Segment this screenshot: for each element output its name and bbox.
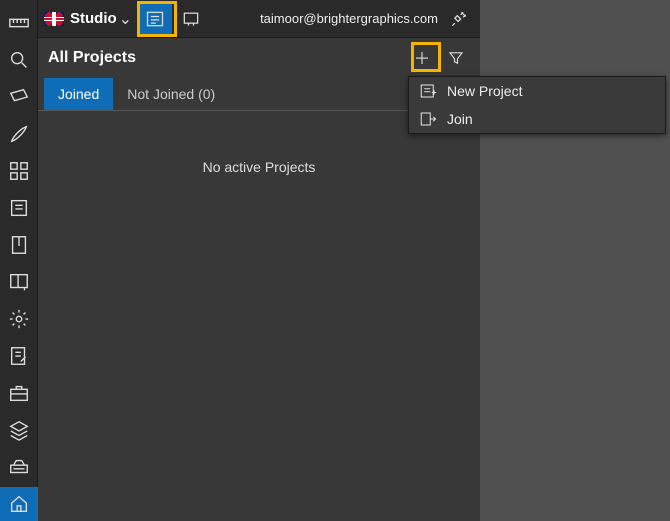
layout-icon <box>8 271 30 293</box>
plus-icon <box>413 49 431 67</box>
menu-join[interactable]: Join <box>409 105 665 133</box>
grid-icon <box>8 160 30 182</box>
tab-joined[interactable]: Joined <box>44 78 113 110</box>
layers-icon <box>8 419 30 441</box>
rail-search[interactable] <box>0 43 38 77</box>
connection-button[interactable] <box>444 4 474 34</box>
rail-layout[interactable] <box>0 265 38 299</box>
rail-grid[interactable] <box>0 154 38 188</box>
filter-button[interactable] <box>442 44 470 72</box>
ruler-icon <box>8 12 30 34</box>
left-rail <box>0 0 38 521</box>
add-project-button[interactable] <box>408 44 436 72</box>
rail-layers[interactable] <box>0 413 38 447</box>
studio-dropdown-label[interactable]: Studio <box>70 10 117 27</box>
edit-doc-icon <box>8 345 30 367</box>
menu-new-project[interactable]: New Project <box>409 77 665 105</box>
rail-home[interactable] <box>0 487 38 521</box>
projects-view-button[interactable] <box>138 4 172 34</box>
gear-icon <box>8 308 30 330</box>
chevron-down-icon[interactable]: ⌄ <box>119 9 132 29</box>
panel-title: All Projects <box>48 49 402 67</box>
new-project-icon <box>419 82 437 100</box>
bookmark-icon <box>8 234 30 256</box>
projects-icon <box>145 9 165 29</box>
briefcase-icon <box>8 382 30 404</box>
scanner-icon <box>8 456 30 478</box>
rail-scanner[interactable] <box>0 450 38 484</box>
plug-icon <box>449 9 469 29</box>
home-icon <box>8 493 30 515</box>
uk-flag-icon[interactable] <box>44 12 64 26</box>
rail-ruler[interactable] <box>0 6 38 40</box>
menu-join-label: Join <box>447 111 473 127</box>
rail-settings[interactable] <box>0 302 38 336</box>
search-icon <box>8 49 30 71</box>
rail-tag[interactable] <box>0 80 38 114</box>
rail-brush[interactable] <box>0 117 38 151</box>
panel-header: All Projects <box>38 38 480 78</box>
board-view-button[interactable] <box>174 4 208 34</box>
rail-toolbox[interactable] <box>0 376 38 410</box>
join-icon <box>419 110 437 128</box>
add-menu: New Project Join <box>408 76 666 134</box>
rail-list[interactable] <box>0 191 38 225</box>
rail-edit[interactable] <box>0 339 38 373</box>
board-icon <box>181 9 201 29</box>
list-icon <box>8 197 30 219</box>
tag-icon <box>8 86 30 108</box>
filter-icon <box>447 49 465 67</box>
tab-not-joined[interactable]: Not Joined (0) <box>113 78 229 110</box>
rail-bookmark[interactable] <box>0 228 38 262</box>
account-email[interactable]: taimoor@brightergraphics.com <box>260 11 438 26</box>
topbar: Studio ⌄ taimoor@brightergraphics.com <box>38 0 480 38</box>
menu-new-project-label: New Project <box>447 83 522 99</box>
brush-icon <box>8 123 30 145</box>
